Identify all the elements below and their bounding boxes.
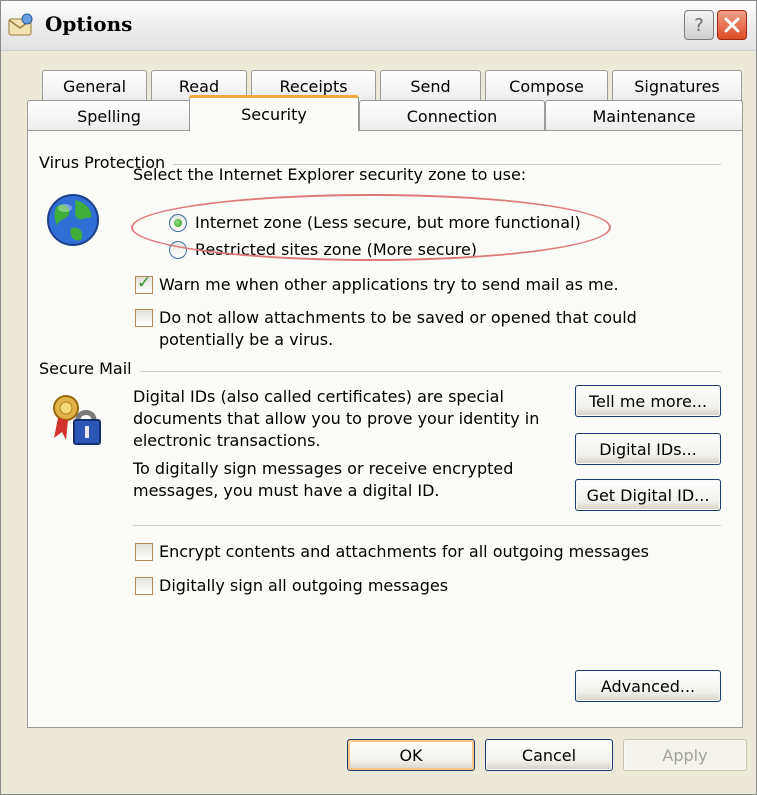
close-button[interactable] <box>717 10 747 40</box>
ok-button[interactable]: OK <box>347 739 475 771</box>
warn-send-as-me-label[interactable]: Warn me when other applications try to s… <box>159 274 619 296</box>
block-attachments-label-line1[interactable]: Do not allow attachments to be saved or … <box>159 307 637 329</box>
globe-icon <box>47 194 99 246</box>
apply-button[interactable]: Apply <box>623 739 747 771</box>
digital-ids-button[interactable]: Digital IDs... <box>575 433 721 465</box>
title-bar[interactable]: Options ? <box>1 1 756 51</box>
internet-zone-radio[interactable] <box>169 214 187 232</box>
tell-me-more-button[interactable]: Tell me more... <box>575 385 721 417</box>
tab-compose[interactable]: Compose <box>485 70 608 101</box>
window-title: Options <box>45 12 133 36</box>
tab-spelling[interactable]: Spelling <box>27 100 191 131</box>
internet-zone-label[interactable]: Internet zone (Less secure, but more fun… <box>195 212 581 234</box>
check-icon: ✓ <box>137 273 152 293</box>
tab-maintenance[interactable]: Maintenance <box>545 100 743 131</box>
secure-mail-title: Secure Mail <box>39 359 140 378</box>
digital-id-desc-line1: Digital IDs (also called certificates) a… <box>133 387 504 406</box>
tab-connection[interactable]: Connection <box>359 100 545 131</box>
zone-prompt: Select the Internet Explorer security zo… <box>133 165 527 184</box>
restricted-zone-radio[interactable] <box>169 241 187 259</box>
restricted-zone-label[interactable]: Restricted sites zone (More secure) <box>195 239 477 261</box>
tab-send[interactable]: Send <box>380 70 481 101</box>
help-icon: ? <box>694 14 704 36</box>
advanced-button[interactable]: Advanced... <box>575 670 721 702</box>
sign-outgoing-checkbox[interactable] <box>135 577 153 595</box>
secure-mail-divider <box>39 371 721 372</box>
sign-outgoing-label[interactable]: Digitally sign all outgoing messages <box>159 575 448 597</box>
warn-send-as-me-checkbox[interactable]: ✓ <box>135 273 153 294</box>
cancel-button[interactable]: Cancel <box>485 739 613 771</box>
secure-mail-options-divider <box>133 525 721 526</box>
close-icon <box>724 17 740 33</box>
block-attachments-label-line2[interactable]: potentially be a virus. <box>159 329 333 351</box>
get-digital-id-button[interactable]: Get Digital ID... <box>575 479 721 511</box>
certificate-lock-icon <box>53 395 101 445</box>
options-dialog: Options ? General Read Receipts Send Com… <box>0 0 757 795</box>
digital-id-need-line1: To digitally sign messages or receive en… <box>133 459 514 478</box>
radio-selected-dot <box>174 219 182 227</box>
tab-general[interactable]: General <box>42 70 147 101</box>
tab-security[interactable]: Security <box>189 95 359 131</box>
digital-id-desc-line2: documents that allow you to prove your i… <box>133 409 540 428</box>
block-attachments-checkbox[interactable] <box>135 309 153 327</box>
help-button[interactable]: ? <box>684 10 714 40</box>
encrypt-outgoing-checkbox[interactable] <box>135 543 153 561</box>
tab-signatures[interactable]: Signatures <box>612 70 742 101</box>
options-envelope-icon <box>8 13 33 36</box>
digital-id-need-line2: messages, you must have a digital ID. <box>133 481 440 500</box>
encrypt-outgoing-label[interactable]: Encrypt contents and attachments for all… <box>159 541 649 563</box>
digital-id-desc-line3: electronic transactions. <box>133 431 321 450</box>
